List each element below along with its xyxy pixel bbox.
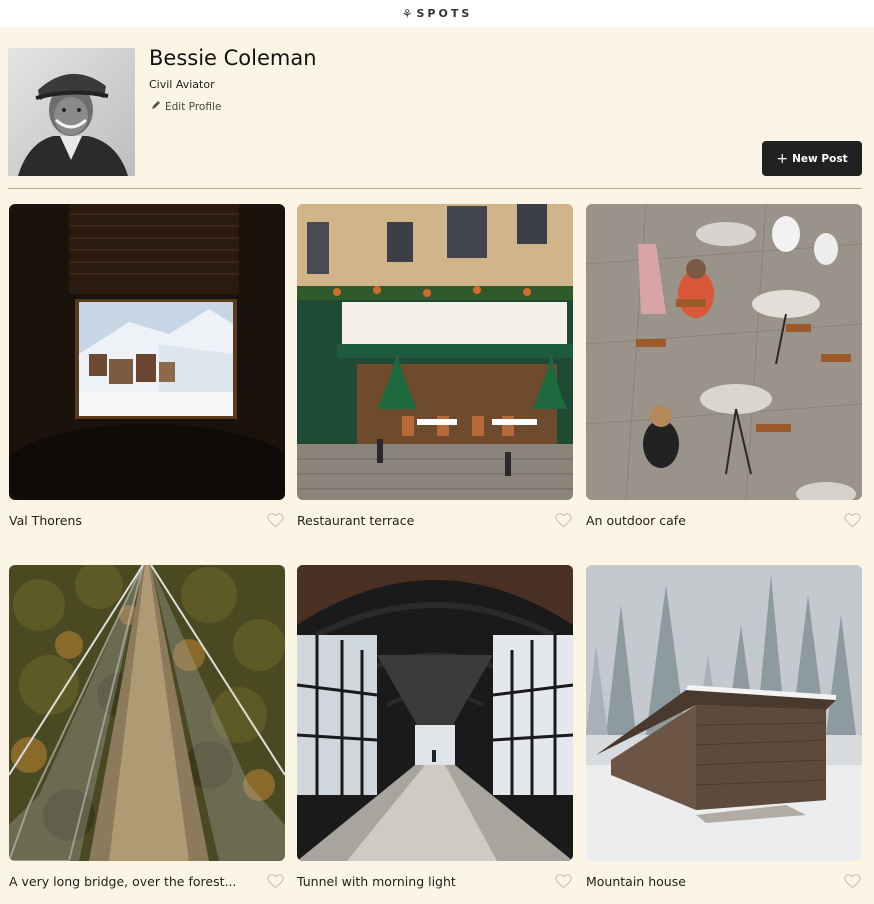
plus-icon: + — [776, 150, 789, 167]
card-title: Val Thorens — [9, 512, 82, 528]
card: Val Thorens — [9, 204, 285, 528]
card: Restaurant terrace — [297, 204, 573, 528]
card-image[interactable] — [586, 204, 862, 500]
card-footer: Mountain house — [586, 873, 862, 889]
logo-text: SPOTS — [416, 7, 473, 20]
card-image[interactable] — [586, 565, 862, 861]
card-image[interactable] — [9, 204, 285, 500]
like-button[interactable] — [553, 512, 573, 528]
card-footer: Restaurant terrace — [297, 512, 573, 528]
card-footer: Val Thorens — [9, 512, 285, 528]
like-button[interactable] — [265, 873, 285, 889]
new-post-label: New Post — [792, 152, 848, 165]
profile-description: Civil Aviator — [149, 78, 215, 91]
card-footer: An outdoor cafe — [586, 512, 862, 528]
heart-icon — [554, 873, 572, 888]
new-post-button[interactable]: + New Post — [762, 141, 862, 176]
card-title: Mountain house — [586, 873, 686, 889]
card-title: Tunnel with morning light — [297, 873, 456, 889]
card-image[interactable] — [9, 565, 285, 861]
heart-icon — [843, 873, 861, 888]
site-header: ⚘ SPOTS — [0, 0, 874, 27]
like-button[interactable] — [842, 512, 862, 528]
card-title: Restaurant terrace — [297, 512, 415, 528]
like-button[interactable] — [842, 873, 862, 889]
card-footer: Tunnel with morning light — [297, 873, 573, 889]
heart-icon — [843, 512, 861, 527]
profile-name: Bessie Coleman — [149, 46, 317, 70]
logo-icon: ⚘ — [401, 6, 413, 21]
divider — [8, 188, 862, 189]
avatar — [8, 48, 135, 176]
heart-icon — [266, 873, 284, 888]
logo[interactable]: ⚘ SPOTS — [402, 7, 473, 20]
card-title: A very long bridge, over the forest... — [9, 873, 237, 889]
card-footer: A very long bridge, over the forest... — [9, 873, 285, 889]
card-image[interactable] — [297, 204, 573, 500]
card-image[interactable] — [297, 565, 573, 861]
card: Mountain house — [586, 565, 862, 889]
heart-icon — [266, 512, 284, 527]
card: A very long bridge, over the forest... — [9, 565, 285, 889]
card-title: An outdoor cafe — [586, 512, 686, 528]
like-button[interactable] — [553, 873, 573, 889]
like-button[interactable] — [265, 512, 285, 528]
edit-profile-label: Edit Profile — [165, 100, 222, 113]
pencil-icon — [151, 100, 161, 113]
edit-profile-button[interactable]: Edit Profile — [151, 100, 221, 113]
card: Tunnel with morning light — [297, 565, 573, 889]
card: An outdoor cafe — [586, 204, 862, 528]
heart-icon — [554, 512, 572, 527]
